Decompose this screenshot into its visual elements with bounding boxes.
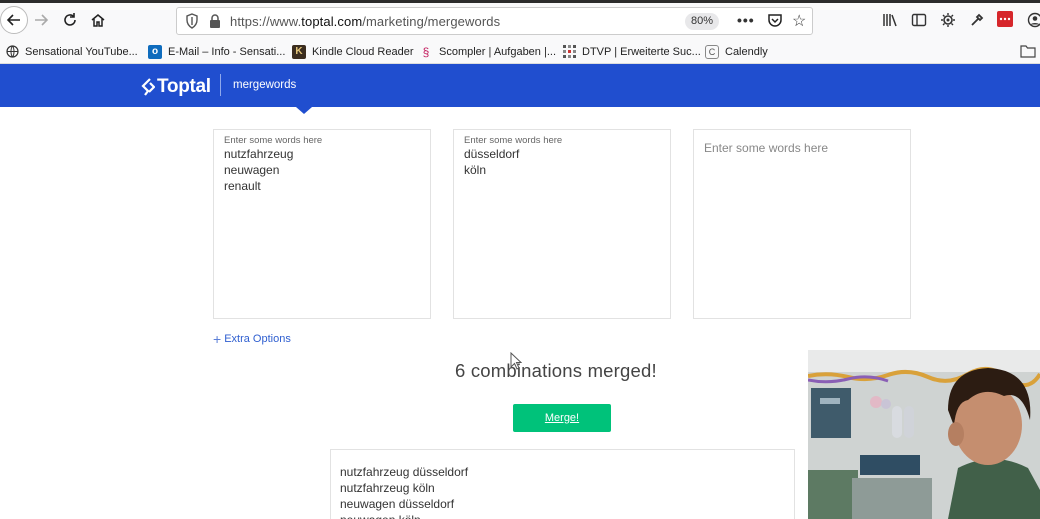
bookmark-item[interactable]: § Scompler | Aufgaben |... xyxy=(419,43,556,60)
extra-options-label: Extra Options xyxy=(224,333,291,345)
input-placeholder: Enter some words here xyxy=(704,141,829,155)
lock-icon[interactable] xyxy=(209,14,221,28)
library-icon[interactable] xyxy=(882,12,898,28)
bookmark-label: Kindle Cloud Reader xyxy=(312,45,414,58)
bookmarks-bar: Sensational YouTube... o E-Mail – Info -… xyxy=(0,39,1040,64)
word-list-input-3[interactable]: Enter some words here xyxy=(693,129,911,319)
account-icon[interactable] xyxy=(1027,12,1040,28)
tracking-shield-icon[interactable] xyxy=(185,13,199,29)
output-text[interactable]: nutzfahrzeug düsseldorf nutzfahrzeug köl… xyxy=(340,464,468,519)
folder-icon[interactable] xyxy=(1020,44,1036,58)
input-text[interactable]: nutzfahrzeug neuwagen renault xyxy=(224,146,293,194)
bookmark-star-icon[interactable]: ☆ xyxy=(792,11,806,31)
extension-red-icon[interactable] xyxy=(997,11,1013,27)
dots-icon xyxy=(999,17,1011,21)
bookmark-label: E-Mail – Info - Sensati... xyxy=(168,45,286,58)
kindle-icon: K xyxy=(292,44,306,59)
bookmark-item[interactable]: K Kindle Cloud Reader xyxy=(292,43,414,60)
address-bar[interactable]: https://www.toptal.com/marketing/mergewo… xyxy=(176,7,813,35)
header-divider xyxy=(220,74,221,96)
webcam-video-frame xyxy=(808,350,1040,519)
extension-gear-icon[interactable] xyxy=(940,12,956,28)
globe-icon xyxy=(5,45,19,59)
zoom-level-button[interactable]: 80% xyxy=(685,13,720,30)
bookmark-item[interactable]: Sensational YouTube... xyxy=(5,43,138,60)
bookmark-label: Scompler | Aufgaben |... xyxy=(439,45,557,58)
bookmark-item[interactable]: DTVP | Erweiterte Suc... xyxy=(562,43,701,60)
logo-text: Toptal xyxy=(157,76,211,97)
mouse-cursor-icon xyxy=(510,352,522,370)
bookmark-label: DTVP | Erweiterte Suc... xyxy=(582,45,701,58)
reload-icon xyxy=(64,13,76,26)
eyedropper-icon[interactable] xyxy=(969,12,985,28)
bookmark-item[interactable]: o E-Mail – Info - Sensati... xyxy=(148,43,285,60)
reload-button[interactable] xyxy=(57,7,83,33)
plus-icon: + xyxy=(213,331,222,347)
pocket-icon[interactable] xyxy=(767,12,783,28)
extra-options-link[interactable]: + Extra Options xyxy=(213,331,291,347)
calendly-icon: C xyxy=(705,44,719,59)
input-label: Enter some words here xyxy=(464,135,563,146)
header-caret-indicator xyxy=(296,107,312,114)
url-prefix: https://www. xyxy=(230,14,302,29)
merged-output[interactable]: nutzfahrzeug düsseldorf nutzfahrzeug köl… xyxy=(330,449,795,519)
merge-button[interactable]: Merge! xyxy=(513,404,611,432)
toptal-logo[interactable]: Toptal xyxy=(141,76,211,98)
product-name[interactable]: mergewords xyxy=(233,79,296,91)
sidebar-icon[interactable] xyxy=(911,12,927,28)
arrow-left-icon xyxy=(6,14,20,26)
bookmark-item[interactable]: C Calendly xyxy=(705,43,768,60)
result-heading: 6 combinations merged! xyxy=(455,360,657,381)
bookmark-label: Sensational YouTube... xyxy=(25,45,138,58)
site-header: Toptal mergewords xyxy=(0,64,1040,107)
scompler-icon: § xyxy=(422,44,430,59)
arrow-right-icon xyxy=(35,14,49,26)
home-icon xyxy=(91,14,105,27)
word-list-input-1[interactable]: Enter some words here nutzfahrzeug neuwa… xyxy=(213,129,431,319)
home-button[interactable] xyxy=(85,7,111,33)
input-label: Enter some words here xyxy=(224,135,323,146)
outlook-icon: o xyxy=(148,44,162,59)
bookmark-label: Calendly xyxy=(725,45,768,58)
url-text[interactable]: https://www.toptal.com/marketing/mergewo… xyxy=(230,14,500,29)
forward-button[interactable] xyxy=(28,7,54,33)
page-actions-button[interactable]: ••• xyxy=(737,12,755,28)
input-text[interactable]: düsseldorf köln xyxy=(464,146,519,178)
url-domain: toptal.com xyxy=(301,14,363,29)
dtvp-icon xyxy=(562,45,576,59)
toptal-mark-icon xyxy=(141,78,155,96)
back-button[interactable] xyxy=(0,6,28,34)
browser-toolbar: https://www.toptal.com/marketing/mergewo… xyxy=(0,3,1040,39)
webcam-overlay xyxy=(808,350,1040,519)
url-path: /marketing/mergewords xyxy=(362,14,501,29)
word-list-input-2[interactable]: Enter some words here düsseldorf köln xyxy=(453,129,671,319)
